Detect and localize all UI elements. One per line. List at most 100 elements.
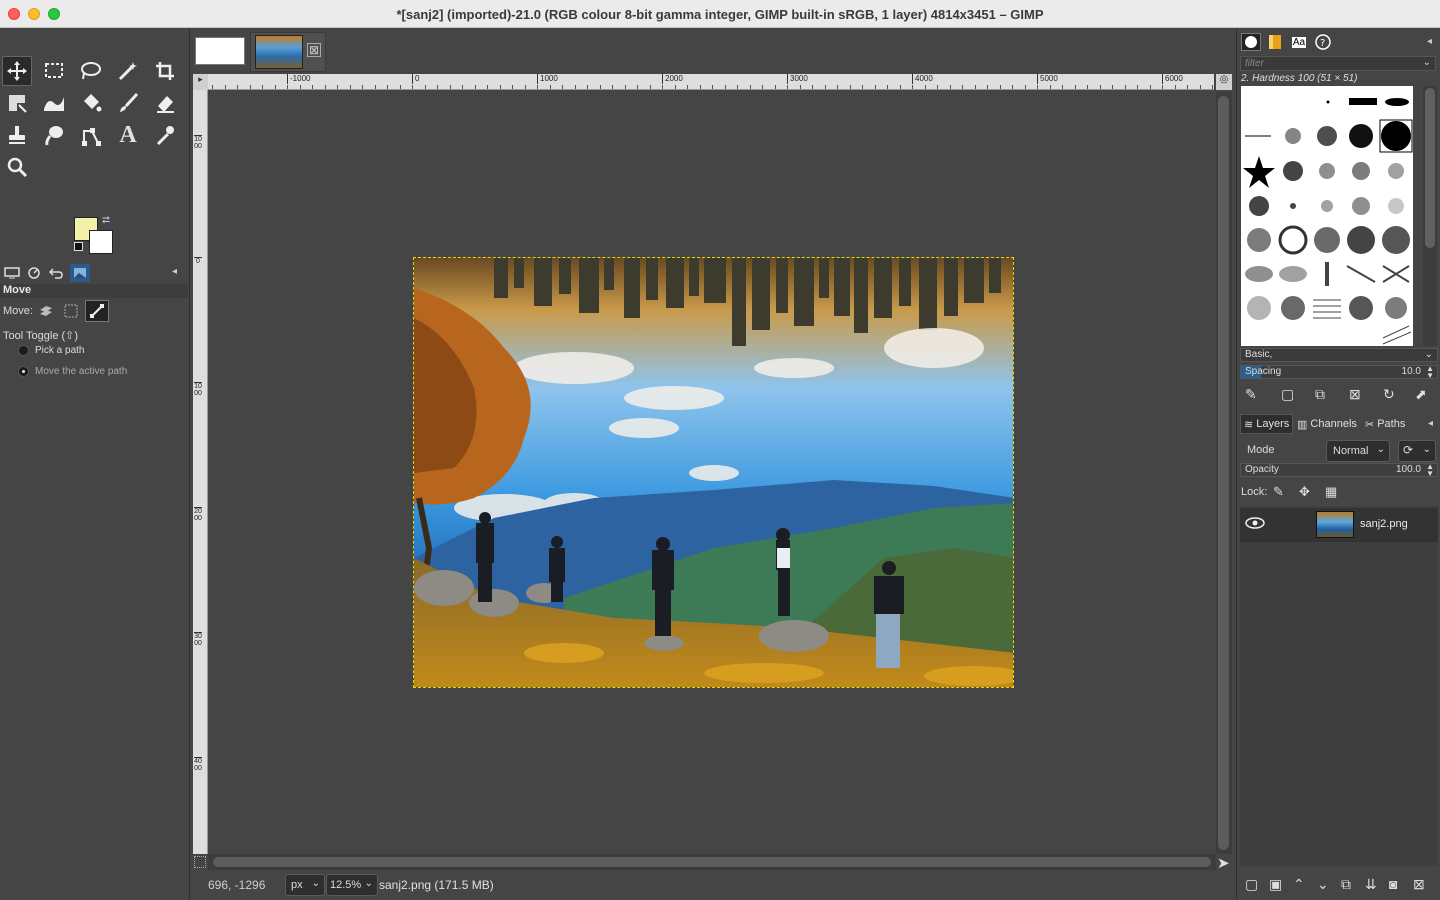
brush-grid[interactable]	[1241, 86, 1413, 346]
lock-position-icon[interactable]: ✥	[1299, 484, 1310, 500]
unified-transform-tool-button[interactable]	[2, 88, 32, 118]
paths-tool-button[interactable]	[76, 120, 106, 150]
spinner-arrows-icon[interactable]: ▲ ▼	[1426, 365, 1434, 380]
brush-scroll-thumb[interactable]	[1425, 88, 1435, 248]
new-layer-group-icon[interactable]: ▣	[1269, 876, 1282, 893]
image-tab-sanj2[interactable]: ⊠	[250, 32, 326, 72]
layers-list[interactable]: sanj2.png	[1240, 506, 1438, 866]
tab-tool-options[interactable]	[2, 264, 22, 282]
tab-channels[interactable]: ▥ Channels	[1294, 414, 1360, 434]
eraser-tool-button[interactable]	[150, 88, 180, 118]
tab-help[interactable]: ?	[1313, 33, 1333, 51]
opacity-spinner[interactable]: Opacity 100.0 ▲ ▼	[1240, 463, 1438, 478]
dock-menu-icon[interactable]: ◂	[1428, 418, 1433, 429]
raise-layer-icon[interactable]: ⌃	[1293, 876, 1305, 893]
new-layer-icon[interactable]: ▢	[1245, 876, 1258, 893]
vertical-scroll-thumb[interactable]	[1218, 96, 1229, 850]
ruler-tick	[812, 85, 813, 89]
radio-move-active-path[interactable]: Move the active path	[18, 366, 127, 377]
ruler-corner-menu-icon[interactable]: ▸	[193, 74, 208, 90]
composite-mode-select[interactable]: ⟳ ⌄	[1398, 440, 1436, 462]
quick-mask-toggle-icon[interactable]	[194, 856, 206, 868]
layer-row[interactable]: sanj2.png	[1240, 508, 1438, 542]
spinner-arrows-icon[interactable]: ▲ ▼	[1426, 463, 1434, 478]
free-select-tool-button[interactable]	[76, 56, 106, 86]
clone-tool-button[interactable]	[2, 120, 32, 150]
text-tool-button[interactable]: A	[113, 120, 143, 150]
crop-tool-button[interactable]	[150, 56, 180, 86]
tab-gradients[interactable]	[1265, 33, 1285, 51]
paintbrush-tool-button[interactable]	[113, 88, 143, 118]
ruler-label: 0	[194, 257, 202, 265]
delete-layer-icon[interactable]: ⊠	[1413, 876, 1425, 893]
unit-select[interactable]: px ⌄	[285, 874, 325, 896]
layer-mode-select[interactable]: Normal ⌄	[1326, 440, 1390, 462]
layer-name: sanj2.png	[1360, 518, 1408, 530]
vertical-scrollbar[interactable]	[1216, 92, 1232, 854]
tab-label: Layers	[1256, 418, 1290, 430]
image-tab-untitled[interactable]	[195, 37, 245, 65]
zoom-tool-button[interactable]	[2, 152, 32, 182]
lock-alpha-icon[interactable]: ▦	[1325, 484, 1337, 500]
ruler-tick	[762, 85, 763, 89]
close-tab-icon[interactable]: ⊠	[307, 43, 321, 57]
ruler-label: 2000	[662, 74, 683, 84]
horizontal-scrollbar[interactable]	[208, 854, 1216, 870]
color-picker-tool-button[interactable]	[150, 120, 180, 150]
rect-select-tool-button[interactable]	[39, 56, 69, 86]
ruler-label: -1000	[287, 74, 310, 84]
move-tool-button[interactable]	[2, 56, 32, 86]
default-colors-icon[interactable]	[74, 242, 83, 251]
duplicate-layer-icon[interactable]: ⧉	[1341, 876, 1351, 893]
warp-transform-tool-button[interactable]	[39, 88, 69, 118]
move-selection-button[interactable]	[59, 300, 83, 322]
tab-fonts[interactable]: Aa	[1289, 33, 1309, 51]
horizontal-scroll-thumb[interactable]	[213, 857, 1211, 867]
radio-button[interactable]	[18, 366, 29, 377]
smudge-tool-button[interactable]	[39, 120, 69, 150]
delete-brush-icon[interactable]: ⊠	[1349, 386, 1361, 403]
rect-select-icon	[45, 63, 63, 78]
dock-menu-icon[interactable]: ◂	[172, 266, 177, 277]
image-canvas[interactable]	[413, 257, 1014, 688]
zoom-select[interactable]: 12.5% ⌄	[326, 874, 378, 896]
duplicate-brush-icon[interactable]: ⧉	[1315, 386, 1325, 403]
radio-pick-path[interactable]: Pick a path	[18, 345, 84, 356]
open-brush-as-image-icon[interactable]: ⬈	[1415, 386, 1427, 403]
edit-brush-icon[interactable]: ✎	[1245, 386, 1257, 403]
move-path-button[interactable]	[85, 300, 109, 322]
ruler-tick	[699, 85, 701, 89]
brush-tag-select[interactable]: Basic, ⌄	[1240, 348, 1438, 362]
eye-icon[interactable]	[1245, 516, 1265, 532]
ruler-tick	[312, 85, 313, 89]
tab-brushes[interactable]	[1241, 33, 1261, 51]
fuzzy-select-tool-button[interactable]	[113, 56, 143, 86]
tab-undo-history[interactable]	[46, 264, 66, 282]
move-layer-button[interactable]	[34, 300, 58, 322]
tab-device-status[interactable]	[24, 264, 44, 282]
tab-images[interactable]	[70, 264, 90, 282]
tab-layers[interactable]: ≋ Layers	[1240, 414, 1294, 434]
brush-scrollbar[interactable]	[1423, 86, 1437, 346]
chain-link-icon[interactable]	[1286, 516, 1300, 530]
ruler-tick	[737, 85, 738, 89]
refresh-brushes-icon[interactable]: ↻	[1383, 386, 1395, 403]
tab-paths[interactable]: ✂ Paths	[1362, 414, 1408, 434]
ruler-tick	[237, 85, 238, 89]
swap-colors-icon[interactable]: ⮂	[102, 215, 110, 226]
brush-filter-input[interactable]: filter ⌄	[1240, 56, 1436, 71]
zoom-fit-icon[interactable]: ◎	[1216, 74, 1232, 90]
chevron-down-icon: ⌄	[1422, 57, 1431, 68]
lock-pixels-icon[interactable]: ✎	[1273, 484, 1284, 500]
merge-layer-icon[interactable]: ⇊	[1365, 876, 1377, 893]
lower-layer-icon[interactable]: ⌄	[1317, 876, 1329, 893]
ruler-tick	[824, 85, 826, 89]
dock-menu-icon[interactable]: ◂	[1427, 36, 1432, 47]
radio-button[interactable]	[18, 345, 29, 356]
bucket-fill-tool-button[interactable]	[76, 88, 106, 118]
new-brush-icon[interactable]: ▢	[1281, 386, 1294, 403]
chevron-down-icon: ⌄	[364, 878, 373, 889]
background-color-swatch[interactable]	[89, 230, 113, 254]
spacing-spinner[interactable]: Spacing 10.0 ▲ ▼	[1240, 365, 1438, 380]
add-mask-icon[interactable]: ◙	[1389, 876, 1397, 892]
